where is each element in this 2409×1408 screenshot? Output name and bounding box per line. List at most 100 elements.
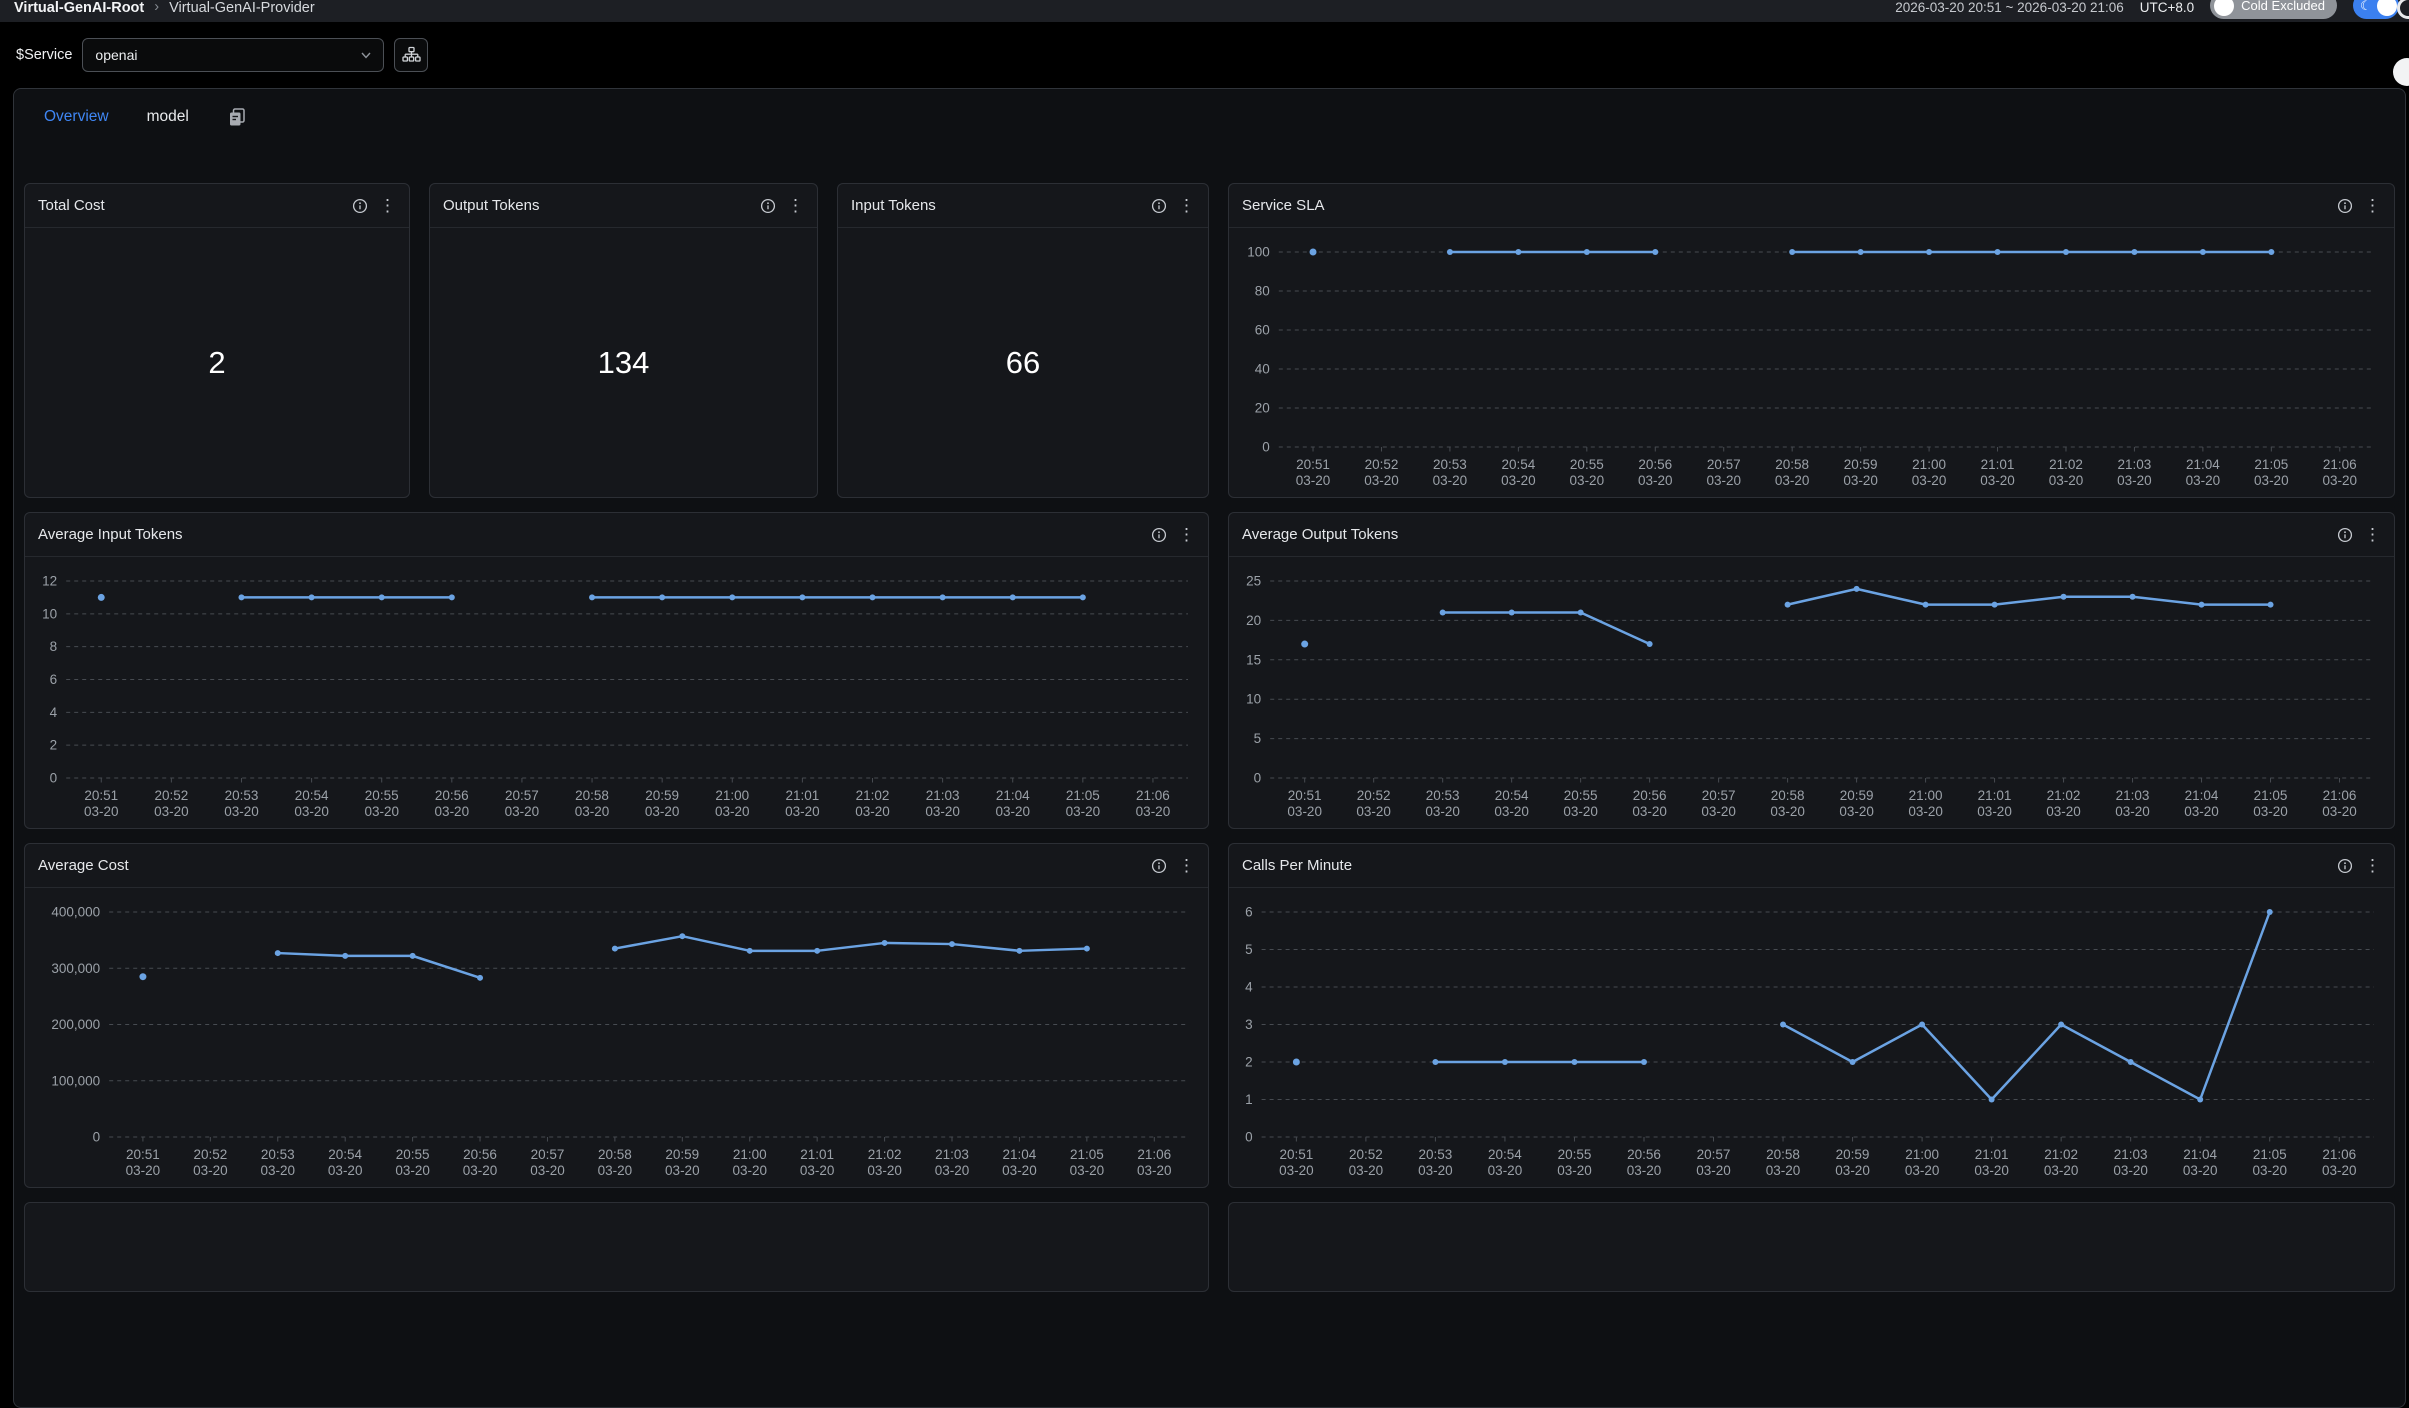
svg-text:03-20: 03-20 xyxy=(1433,473,1468,488)
kebab-menu-icon[interactable]: ⋮ xyxy=(379,198,396,214)
svg-text:03-20: 03-20 xyxy=(598,1163,633,1178)
svg-text:20:56: 20:56 xyxy=(1633,788,1667,803)
filter-bar: $Service openai xyxy=(0,22,2409,88)
svg-text:21:06: 21:06 xyxy=(2323,457,2357,472)
theme-toggle[interactable]: ☾ xyxy=(2353,0,2399,19)
svg-text:21:01: 21:01 xyxy=(785,788,819,803)
kebab-menu-icon[interactable]: ⋮ xyxy=(1178,858,1195,874)
tab-model[interactable]: model xyxy=(147,108,189,126)
card-title: Average Cost xyxy=(38,857,129,874)
svg-text:03-20: 03-20 xyxy=(1627,1163,1662,1178)
svg-text:03-20: 03-20 xyxy=(1137,1163,1172,1178)
svg-text:21:06: 21:06 xyxy=(1136,788,1170,803)
svg-text:21:04: 21:04 xyxy=(2183,1147,2217,1162)
svg-text:03-20: 03-20 xyxy=(260,1163,295,1178)
kebab-menu-icon[interactable]: ⋮ xyxy=(787,198,804,214)
info-icon[interactable] xyxy=(352,198,368,214)
breadcrumb-current[interactable]: Virtual-GenAI-Provider xyxy=(169,0,315,16)
svg-text:03-20: 03-20 xyxy=(1839,804,1874,819)
svg-text:21:00: 21:00 xyxy=(733,1147,767,1162)
svg-text:20:51: 20:51 xyxy=(1279,1147,1313,1162)
svg-text:21:02: 21:02 xyxy=(856,788,890,803)
svg-text:20:54: 20:54 xyxy=(1501,457,1535,472)
svg-text:300,000: 300,000 xyxy=(51,961,100,976)
svg-text:21:01: 21:01 xyxy=(1981,457,2015,472)
svg-text:03-20: 03-20 xyxy=(925,804,960,819)
floating-action-button[interactable] xyxy=(2393,58,2409,86)
info-icon[interactable] xyxy=(1151,198,1167,214)
kebab-menu-icon[interactable]: ⋮ xyxy=(2364,527,2381,543)
svg-text:21:05: 21:05 xyxy=(2254,457,2288,472)
service-select[interactable]: openai xyxy=(82,38,384,72)
toggle-knob xyxy=(2377,0,2397,16)
svg-text:03-20: 03-20 xyxy=(1770,804,1805,819)
svg-text:20:52: 20:52 xyxy=(1349,1147,1383,1162)
svg-text:21:00: 21:00 xyxy=(1905,1147,1939,1162)
svg-text:03-20: 03-20 xyxy=(1066,804,1101,819)
svg-text:21:04: 21:04 xyxy=(1003,1147,1037,1162)
info-icon[interactable] xyxy=(2337,527,2353,543)
svg-text:03-20: 03-20 xyxy=(2322,1163,2357,1178)
stat-value: 2 xyxy=(208,345,225,381)
average-cost-chart[interactable]: 0100,000200,000300,000400,00020:5103-202… xyxy=(25,888,1208,1187)
card-average-output-tokens: Average Output Tokens ⋮ 051015202520:510… xyxy=(1228,512,2395,829)
info-icon[interactable] xyxy=(2337,198,2353,214)
card-calls-per-minute: Calls Per Minute ⋮ 012345620:5103-2020:5… xyxy=(1228,843,2395,1188)
svg-text:20:55: 20:55 xyxy=(1570,457,1604,472)
breadcrumb: Virtual-GenAI-Root › Virtual-GenAI-Provi… xyxy=(14,0,315,22)
time-range-picker[interactable]: 2026-03-20 20:51 ~ 2026-03-20 21:06 xyxy=(1895,0,2124,15)
svg-text:03-20: 03-20 xyxy=(328,1163,363,1178)
tab-overview[interactable]: Overview xyxy=(44,108,109,126)
calls-per-minute-chart[interactable]: 012345620:5103-2020:5203-2020:5303-2020:… xyxy=(1229,888,2394,1187)
timezone-label[interactable]: UTC+8.0 xyxy=(2140,0,2194,15)
svg-text:03-20: 03-20 xyxy=(1279,1163,1314,1178)
svg-text:03-20: 03-20 xyxy=(395,1163,430,1178)
svg-text:20:58: 20:58 xyxy=(598,1147,632,1162)
svg-text:12: 12 xyxy=(42,574,57,589)
svg-text:20:59: 20:59 xyxy=(645,788,679,803)
svg-text:03-20: 03-20 xyxy=(2183,1163,2218,1178)
svg-text:03-20: 03-20 xyxy=(224,804,259,819)
svg-text:20:53: 20:53 xyxy=(1426,788,1460,803)
info-icon[interactable] xyxy=(1151,858,1167,874)
average-input-tokens-chart[interactable]: 02468101220:5103-2020:5203-2020:5303-202… xyxy=(25,557,1208,828)
svg-text:03-20: 03-20 xyxy=(505,804,540,819)
svg-text:03-20: 03-20 xyxy=(1980,473,2015,488)
cold-excluded-toggle[interactable]: Cold Excluded xyxy=(2210,0,2337,19)
svg-text:200,000: 200,000 xyxy=(51,1017,100,1032)
info-icon[interactable] xyxy=(1151,527,1167,543)
kebab-menu-icon[interactable]: ⋮ xyxy=(2364,858,2381,874)
breadcrumb-root[interactable]: Virtual-GenAI-Root xyxy=(14,0,144,16)
svg-text:20: 20 xyxy=(1246,613,1261,628)
svg-text:20:53: 20:53 xyxy=(1433,457,1467,472)
svg-text:03-20: 03-20 xyxy=(1974,1163,2009,1178)
svg-text:03-20: 03-20 xyxy=(1701,804,1736,819)
kebab-menu-icon[interactable]: ⋮ xyxy=(1178,198,1195,214)
topology-button[interactable] xyxy=(394,38,428,72)
copy-dashboard-button[interactable] xyxy=(227,107,247,127)
svg-text:20:53: 20:53 xyxy=(1419,1147,1453,1162)
svg-text:20:51: 20:51 xyxy=(1296,457,1330,472)
card-clipped-left xyxy=(24,1202,1209,1292)
svg-text:0: 0 xyxy=(1254,771,1262,786)
svg-text:20:52: 20:52 xyxy=(193,1147,227,1162)
top-bar: Virtual-GenAI-Root › Virtual-GenAI-Provi… xyxy=(0,0,2409,22)
svg-text:21:02: 21:02 xyxy=(868,1147,902,1162)
svg-text:20:55: 20:55 xyxy=(396,1147,430,1162)
copy-icon xyxy=(227,107,247,127)
svg-text:03-20: 03-20 xyxy=(1557,1163,1592,1178)
svg-text:03-20: 03-20 xyxy=(435,804,470,819)
svg-text:21:03: 21:03 xyxy=(926,788,960,803)
average-output-tokens-chart[interactable]: 051015202520:5103-2020:5203-2020:5303-20… xyxy=(1229,557,2394,828)
kebab-menu-icon[interactable]: ⋮ xyxy=(1178,527,1195,543)
info-icon[interactable] xyxy=(760,198,776,214)
svg-text:20:52: 20:52 xyxy=(154,788,188,803)
svg-text:03-20: 03-20 xyxy=(2117,473,2152,488)
svg-text:4: 4 xyxy=(50,705,58,720)
svg-text:20:57: 20:57 xyxy=(531,1147,565,1162)
service-sla-chart[interactable]: 02040608010020:5103-2020:5203-2020:5303-… xyxy=(1229,228,2394,497)
card-title: Output Tokens xyxy=(443,197,539,214)
info-icon[interactable] xyxy=(2337,858,2353,874)
kebab-menu-icon[interactable]: ⋮ xyxy=(2364,198,2381,214)
card-title: Average Output Tokens xyxy=(1242,526,1398,543)
